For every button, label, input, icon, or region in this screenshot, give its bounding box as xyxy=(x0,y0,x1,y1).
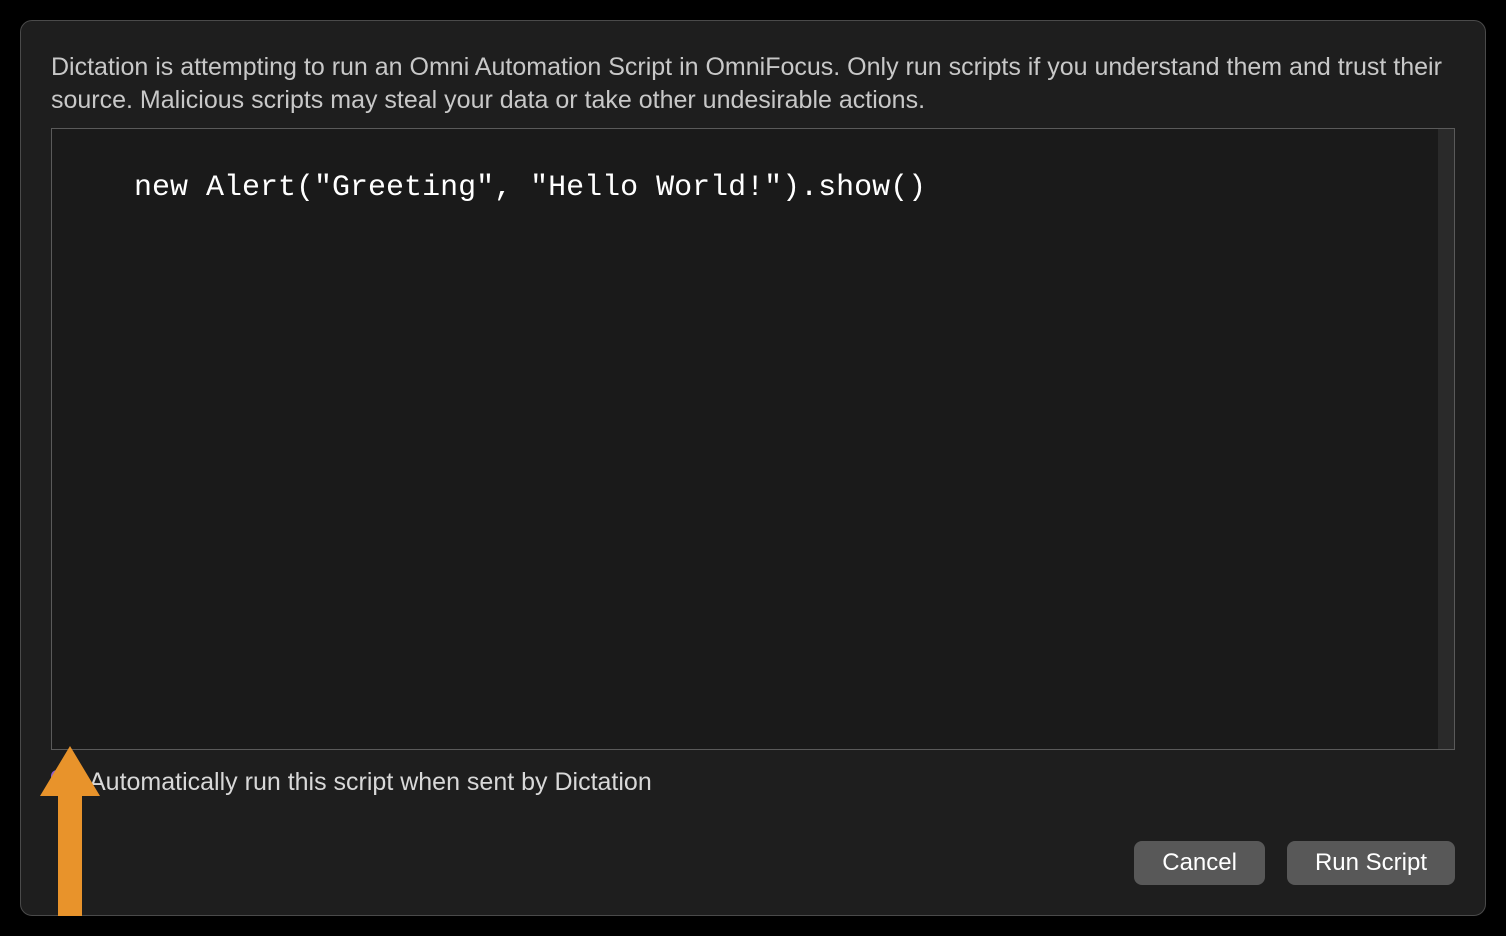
auto-run-checkbox[interactable] xyxy=(51,770,77,796)
warning-message: Dictation is attempting to run an Omni A… xyxy=(51,51,1455,116)
checkmark-icon xyxy=(55,774,73,792)
run-script-button[interactable]: Run Script xyxy=(1287,841,1455,885)
scrollbar[interactable] xyxy=(1438,129,1454,749)
dialog-button-row: Cancel Run Script xyxy=(51,841,1455,885)
script-code: new Alert("Greeting", "Hello World!").sh… xyxy=(134,171,926,205)
auto-run-checkbox-label: Automatically run this script when sent … xyxy=(89,768,652,797)
script-confirmation-dialog: Dictation is attempting to run an Omni A… xyxy=(20,20,1486,916)
auto-run-checkbox-row: Automatically run this script when sent … xyxy=(51,768,1455,797)
cancel-button[interactable]: Cancel xyxy=(1134,841,1265,885)
script-content-textarea[interactable]: new Alert("Greeting", "Hello World!").sh… xyxy=(51,128,1455,750)
